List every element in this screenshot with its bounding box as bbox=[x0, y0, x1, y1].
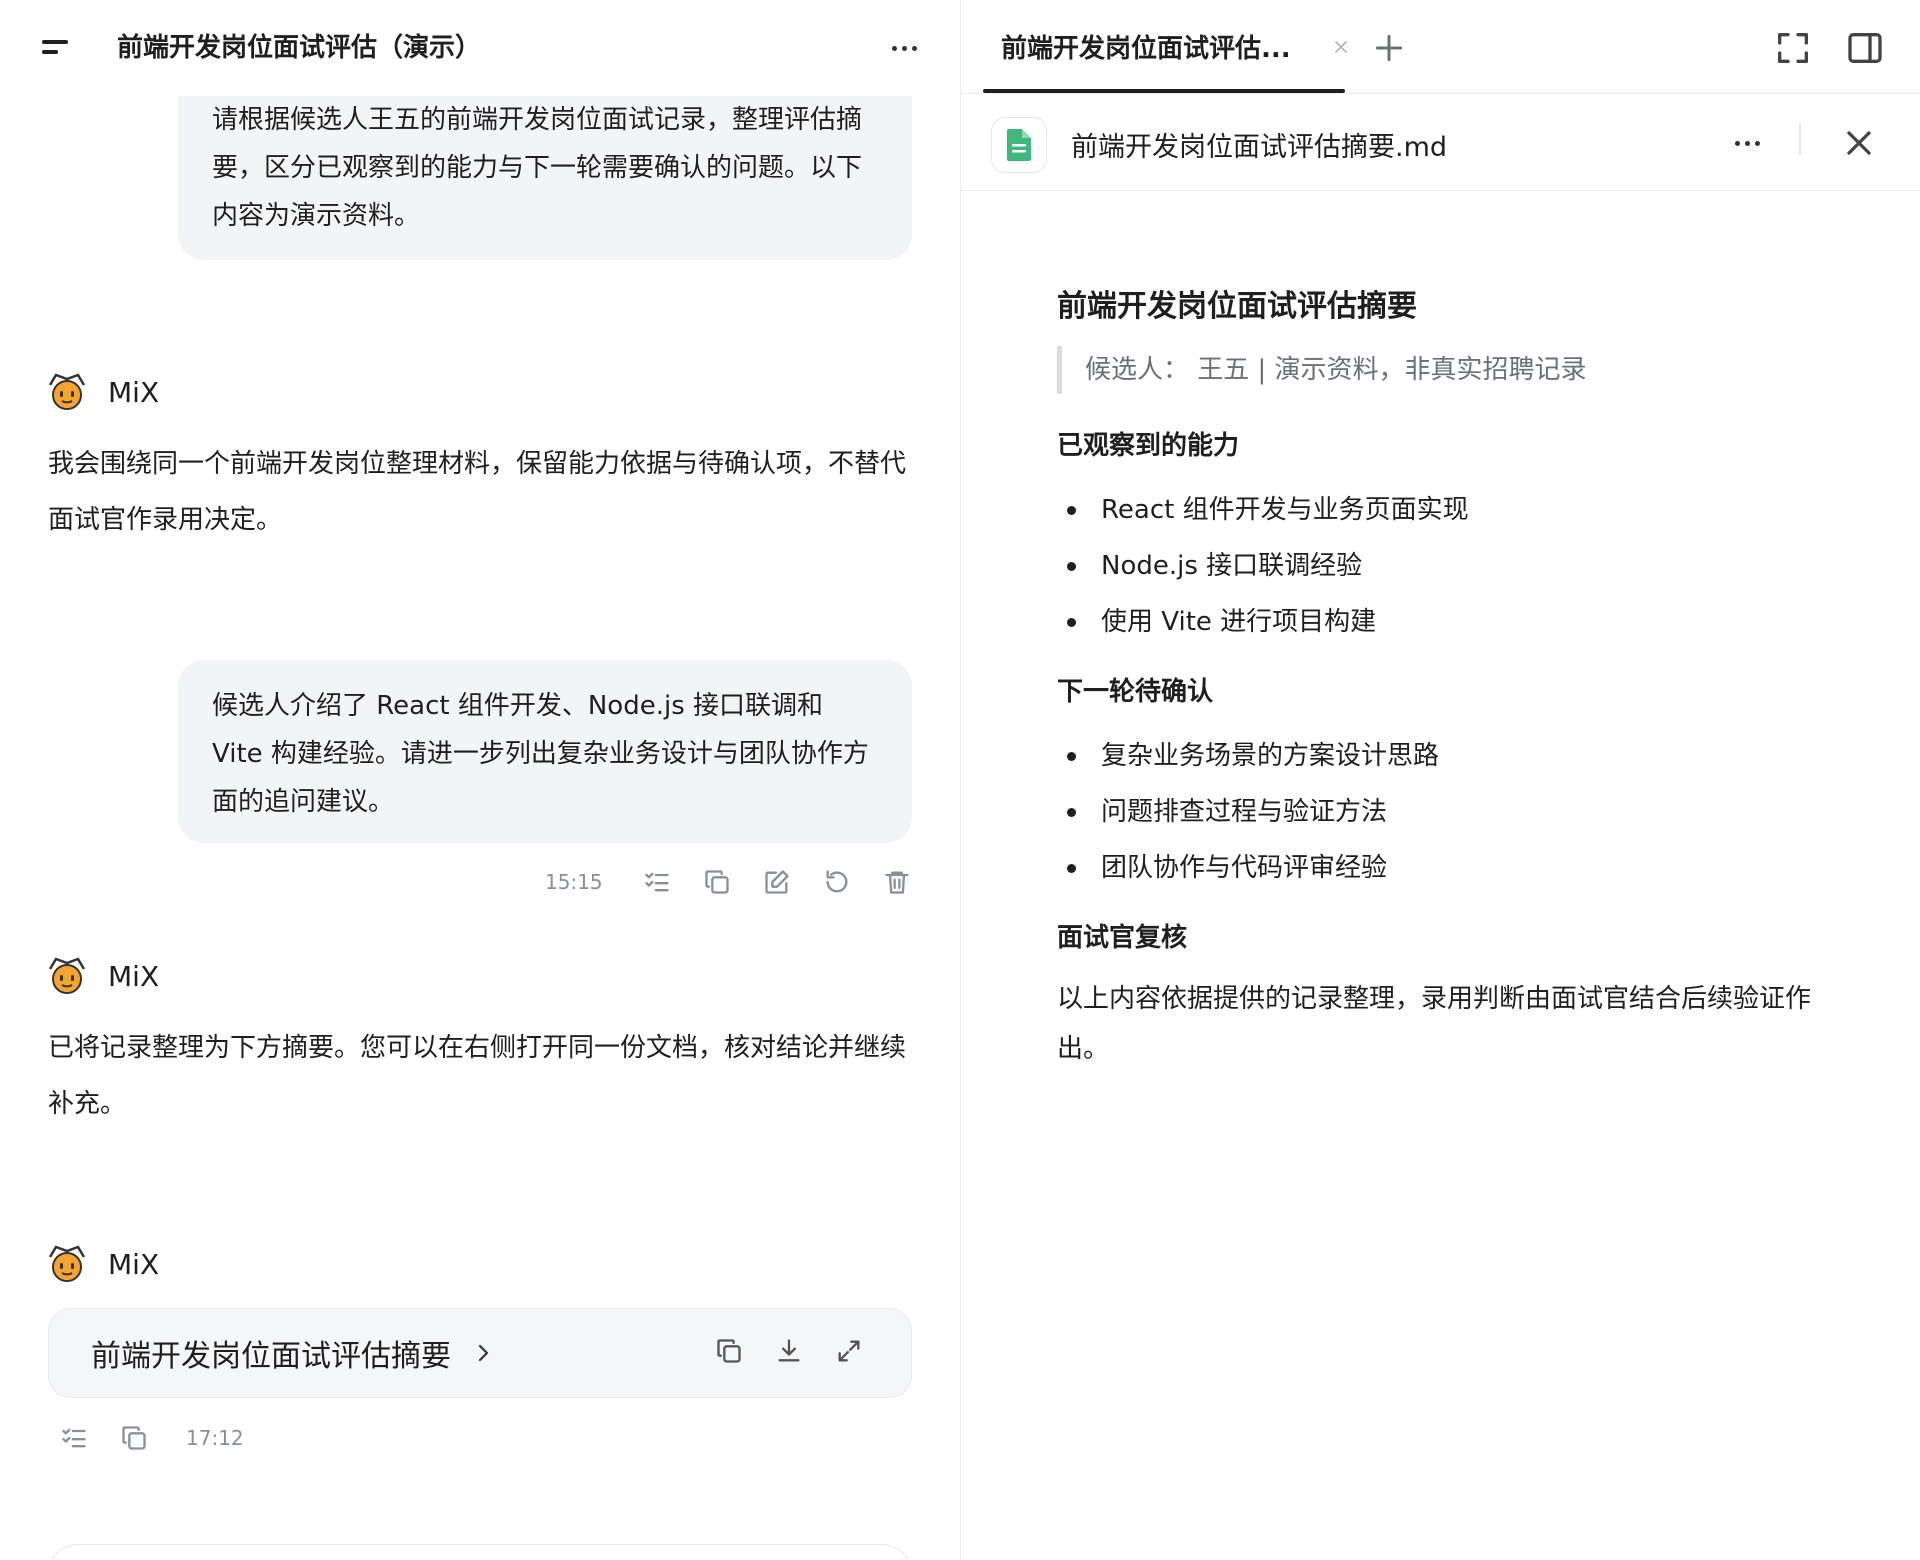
bot-avatar-icon bbox=[46, 955, 88, 997]
chat-pane: 请根据候选人王五的前端开发岗位面试记录，整理评估摘要，区分已观察到的能力与下一轮… bbox=[0, 0, 961, 1560]
list-item: 使用 Vite 进行项目构建 bbox=[1057, 594, 1837, 650]
checklist-icon[interactable] bbox=[637, 862, 677, 902]
more-options-icon[interactable] bbox=[1727, 125, 1767, 161]
copy-icon[interactable] bbox=[709, 1331, 749, 1371]
bot-message-2: 已将记录整理为下方摘要。您可以在右侧打开同一份文档，核对结论并继续补充。 bbox=[48, 1033, 907, 1119]
chat-input[interactable] bbox=[48, 1544, 912, 1560]
tab-active-indicator bbox=[983, 89, 1345, 93]
add-tab-icon[interactable] bbox=[1369, 28, 1409, 68]
list-item: 问题排查过程与验证方法 bbox=[1057, 784, 1837, 840]
bot-header-1: MiX bbox=[46, 368, 159, 416]
tab-close-icon[interactable] bbox=[1331, 37, 1351, 57]
bot-avatar-icon bbox=[46, 1243, 88, 1285]
more-options-icon[interactable] bbox=[884, 30, 924, 66]
close-icon[interactable] bbox=[1839, 123, 1879, 163]
copy-icon[interactable] bbox=[697, 862, 737, 902]
expand-icon[interactable] bbox=[829, 1331, 869, 1371]
edit-icon[interactable] bbox=[757, 862, 797, 902]
list-item: 团队协作与代码评审经验 bbox=[1057, 840, 1837, 896]
bot-name: MiX bbox=[108, 1247, 160, 1281]
pending-list: 复杂业务场景的方案设计思路 问题排查过程与验证方法 团队协作与代码评审经验 bbox=[1057, 728, 1837, 896]
document-header: 前端开发岗位面试评估摘要.md bbox=[961, 95, 1920, 191]
bot-name: MiX bbox=[108, 375, 160, 409]
document-quote: 候选人： 王五 | 演示资料，非真实招聘记录 bbox=[1057, 346, 1837, 394]
document-pane: 前端开发岗位面试评估... 前端开发岗位面试评估摘要.md 前端开发岗位面试评估… bbox=[961, 0, 1920, 1560]
bot-message-3-actions: 17:12 bbox=[54, 1418, 278, 1458]
chevron-right-icon bbox=[478, 1344, 489, 1362]
conversation-title: 前端开发岗位面试评估（演示） bbox=[117, 33, 482, 63]
list-item: Node.js 接口联调经验 bbox=[1057, 538, 1837, 594]
observed-list: React 组件开发与业务页面实现 Node.js 接口联调经验 使用 Vite… bbox=[1057, 482, 1837, 650]
list-item: 复杂业务场景的方案设计思路 bbox=[1057, 728, 1837, 784]
menu-icon[interactable] bbox=[40, 36, 72, 60]
bot-message-1: 我会围绕同一个前端开发岗位整理材料，保留能力依据与待确认项，不替代面试官作录用决… bbox=[48, 449, 907, 535]
copy-icon[interactable] bbox=[114, 1418, 154, 1458]
divider bbox=[1799, 123, 1801, 155]
list-item: React 组件开发与业务页面实现 bbox=[1057, 482, 1837, 538]
checklist-icon[interactable] bbox=[54, 1418, 94, 1458]
bot-name: MiX bbox=[108, 959, 160, 993]
document-card-title[interactable]: 前端开发岗位面试评估摘要 bbox=[91, 1331, 451, 1375]
fullscreen-icon[interactable] bbox=[1773, 28, 1813, 68]
user-message-2: 候选人介绍了 React 组件开发、Node.js 接口联调和 Vite 构建经… bbox=[178, 660, 912, 843]
document-body: 前端开发岗位面试评估摘要 候选人： 王五 | 演示资料，非真实招聘记录 已观察到… bbox=[1057, 286, 1837, 1074]
bot-header-3: MiX bbox=[46, 1240, 159, 1288]
user-message-2-actions: 15:15 bbox=[545, 862, 937, 902]
document-card[interactable]: 前端开发岗位面试评估摘要 bbox=[48, 1308, 912, 1398]
section-heading-review: 面试官复核 bbox=[1057, 923, 1188, 953]
bot-avatar-icon bbox=[46, 371, 88, 413]
delete-icon[interactable] bbox=[877, 862, 917, 902]
user-message-1: 请根据候选人王五的前端开发岗位面试记录，整理评估摘要，区分已观察到的能力与下一轮… bbox=[178, 72, 912, 260]
document-card-actions bbox=[709, 1331, 889, 1371]
download-icon[interactable] bbox=[769, 1331, 809, 1371]
message-time: 15:15 bbox=[545, 870, 603, 894]
message-time: 17:12 bbox=[186, 1426, 244, 1450]
tab-document[interactable]: 前端开发岗位面试评估... bbox=[983, 0, 1347, 94]
section-heading-pending: 下一轮待确认 bbox=[1057, 677, 1214, 707]
bot-header-2: MiX bbox=[46, 952, 159, 1000]
regenerate-icon[interactable] bbox=[817, 862, 857, 902]
review-paragraph: 以上内容依据提供的记录整理，录用判断由面试官结合后续验证作出。 bbox=[1057, 984, 1812, 1064]
section-heading-observed: 已观察到的能力 bbox=[1057, 431, 1240, 461]
tab-label: 前端开发岗位面试评估... bbox=[1001, 34, 1291, 64]
file-name: 前端开发岗位面试评估摘要.md bbox=[1071, 132, 1448, 163]
file-icon bbox=[991, 117, 1047, 173]
side-panel-icon[interactable] bbox=[1845, 28, 1885, 68]
document-heading: 前端开发岗位面试评估摘要 bbox=[1057, 289, 1417, 324]
tab-bar: 前端开发岗位面试评估... bbox=[961, 0, 1920, 94]
chat-header: 前端开发岗位面试评估（演示） bbox=[0, 0, 960, 96]
